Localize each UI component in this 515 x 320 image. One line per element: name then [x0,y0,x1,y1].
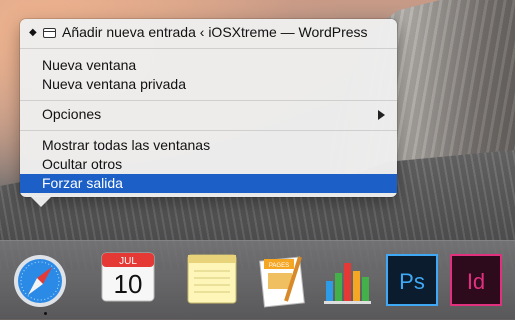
pages-icon: PAGES [259,256,305,308]
indesign-icon: Id [450,254,502,306]
menu-window-item[interactable]: ◆ Añadir nueva entrada ‹ iOSXtreme — Wor… [20,23,397,42]
dock-app-photoshop[interactable]: Ps [384,249,440,309]
pages-badge: PAGES [269,263,289,269]
menu-item-label: Mostrar todas las ventanas [42,137,211,153]
photoshop-icon: Ps [386,254,438,306]
dock-app-indesign[interactable]: Id [448,249,504,309]
window-icon [43,28,56,38]
menu-item-forzar-salida[interactable]: Forzar salida [20,174,397,193]
dock: JUL 10 PAGES Ps Id [0,240,515,320]
menu-separator [20,48,397,49]
menu-item-label: Nueva ventana [42,57,137,73]
calendar-day: 10 [114,269,143,299]
dock-app-safari[interactable] [12,249,68,309]
menu-item-label: Ocultar otros [42,156,123,172]
calendar-month: JUL [119,256,137,267]
indesign-label: Id [467,269,485,294]
active-window-diamond-icon: ◆ [29,27,37,38]
menu-item-label: Nueva ventana privada [42,76,186,92]
menu-item-mostrar-todas[interactable]: Mostrar todas las ventanas [20,136,397,155]
menu-item-ocultar-otros[interactable]: Ocultar otros [20,155,397,174]
dock-app-notes[interactable] [184,249,240,309]
menu-item-label: Forzar salida [42,175,123,191]
window-title: Añadir nueva entrada ‹ iOSXtreme — WordP… [62,24,368,40]
notes-icon [187,254,237,304]
menu-item-nueva-ventana-privada[interactable]: Nueva ventana privada [20,75,397,94]
dock-app-pages[interactable]: PAGES [256,249,312,309]
submenu-arrow-icon [378,110,385,120]
menu-item-opciones[interactable]: Opciones [20,105,397,124]
dock-app-calendar[interactable]: JUL 10 [100,249,156,309]
calendar-icon: JUL 10 [101,252,155,302]
menu-separator [20,130,397,131]
safari-icon [14,255,66,307]
menu-pointer [30,196,52,207]
dock-app-numbers[interactable] [320,249,376,309]
menu-item-label: Opciones [42,106,102,122]
numbers-icon [324,263,371,304]
running-indicator [44,312,47,315]
photoshop-label: Ps [399,269,425,294]
dock-context-menu: ◆ Añadir nueva entrada ‹ iOSXtreme — Wor… [20,19,397,197]
menu-item-nueva-ventana[interactable]: Nueva ventana [20,56,397,75]
menu-separator [20,100,397,101]
